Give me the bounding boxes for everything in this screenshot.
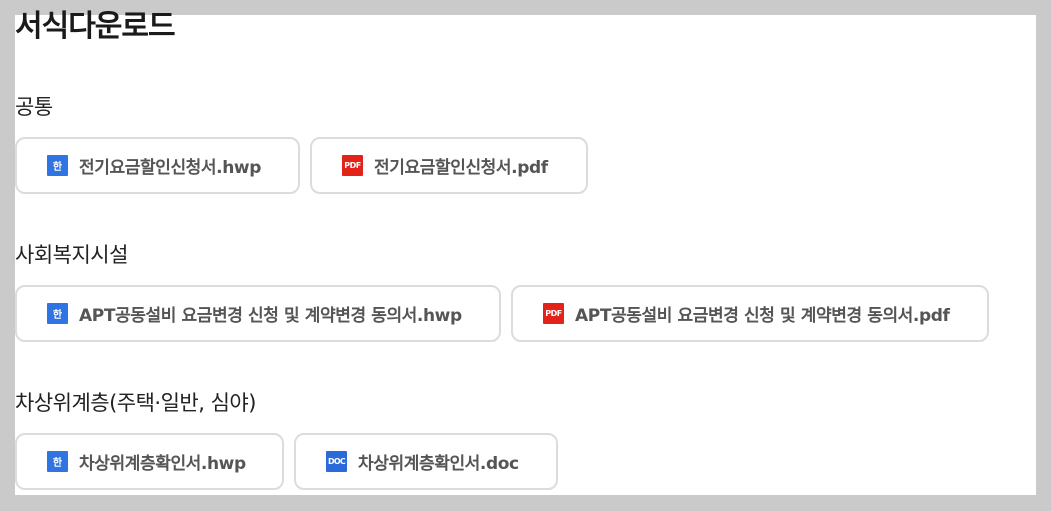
download-button-hwp[interactable]: 한 전기요금할인신청서.hwp <box>15 137 300 194</box>
file-label: 전기요금할인신청서.hwp <box>79 158 261 178</box>
pdf-file-icon: PDF <box>543 303 564 324</box>
page-title: 서식다운로드 <box>15 9 176 44</box>
download-button-pdf[interactable]: PDF 전기요금할인신청서.pdf <box>310 137 588 194</box>
file-label: 차상위계층확인서.hwp <box>79 454 246 474</box>
file-label: 전기요금할인신청서.pdf <box>374 158 548 178</box>
download-button-pdf[interactable]: PDF APT공동설비 요금변경 신청 및 계약변경 동의서.pdf <box>511 285 989 342</box>
section-title-welfare: 사회복지시설 <box>15 243 128 267</box>
download-button-hwp[interactable]: 한 APT공동설비 요금변경 신청 및 계약변경 동의서.hwp <box>15 285 501 342</box>
file-label: 차상위계층확인서.doc <box>358 454 519 474</box>
download-button-hwp[interactable]: 한 차상위계층확인서.hwp <box>15 433 284 490</box>
file-label: APT공동설비 요금변경 신청 및 계약변경 동의서.hwp <box>79 306 462 326</box>
hwp-file-icon: 한 <box>47 155 68 176</box>
pdf-file-icon: PDF <box>342 155 363 176</box>
download-button-doc[interactable]: DOC 차상위계층확인서.doc <box>294 433 558 490</box>
hwp-file-icon: 한 <box>47 451 68 472</box>
file-label: APT공동설비 요금변경 신청 및 계약변경 동의서.pdf <box>575 306 950 326</box>
doc-file-icon: DOC <box>326 451 347 472</box>
hwp-file-icon: 한 <box>47 303 68 324</box>
section-title-near-poverty: 차상위계층(주택·일반, 심야) <box>15 391 256 415</box>
forms-download-panel: 서식다운로드 공통 한 전기요금할인신청서.hwp PDF 전기요금할인신청서.… <box>15 9 1036 495</box>
section-title-common: 공통 <box>15 95 53 119</box>
